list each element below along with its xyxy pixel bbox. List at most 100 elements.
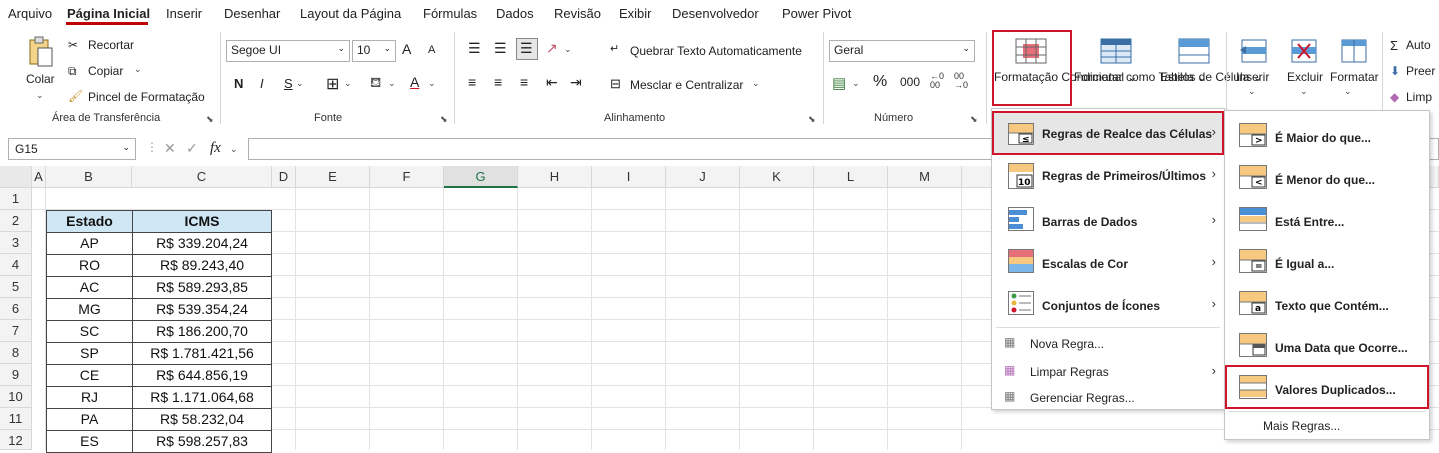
copy-button[interactable]: Copiar bbox=[88, 64, 123, 78]
column-header-b[interactable]: B bbox=[46, 166, 132, 188]
row-header[interactable]: 10 bbox=[0, 386, 32, 408]
table-cell-icms[interactable]: R$ 539.354,24 bbox=[132, 298, 272, 321]
insert-dropdown-icon[interactable]: ⌄ bbox=[1248, 86, 1256, 97]
table-cell-icms[interactable]: R$ 58.232,04 bbox=[132, 408, 272, 431]
row-header[interactable]: 7 bbox=[0, 320, 32, 342]
delete-cells-button[interactable]: Excluir bbox=[1287, 70, 1323, 84]
cancel-entry-icon[interactable]: ✕ bbox=[164, 140, 176, 157]
row-header[interactable]: 3 bbox=[0, 232, 32, 254]
table-cell-icms[interactable]: R$ 89.243,40 bbox=[132, 254, 272, 277]
menu-item-less-than[interactable]: < É Menor do que... bbox=[1225, 157, 1429, 197]
clear-icon[interactable]: ◆ bbox=[1390, 90, 1399, 104]
fill-color-icon[interactable]: ⛾ bbox=[370, 74, 381, 93]
orientation-dropdown-icon[interactable]: ⌄ bbox=[564, 44, 572, 55]
column-header-f[interactable]: F bbox=[370, 166, 444, 188]
align-middle-icon[interactable]: ☰ bbox=[494, 40, 507, 57]
tab-revisao[interactable]: Revisão bbox=[554, 6, 601, 21]
insert-cells-button[interactable]: Inserir bbox=[1236, 70, 1269, 84]
name-box[interactable]: G15 ⌄ bbox=[8, 138, 136, 160]
wrap-text-icon[interactable]: ↵ bbox=[610, 42, 619, 55]
select-all-corner[interactable] bbox=[0, 166, 32, 188]
table-cell-icms[interactable]: R$ 589.293,85 bbox=[132, 276, 272, 299]
number-format-select[interactable]: Geral ⌄ bbox=[829, 40, 975, 62]
increase-indent-icon[interactable]: ⇥ bbox=[570, 74, 582, 91]
tab-inserir[interactable]: Inserir bbox=[166, 6, 202, 21]
menu-item-manage-rules[interactable]: ▦ Gerenciar Regras... bbox=[992, 385, 1224, 411]
cut-button[interactable]: Recortar bbox=[88, 38, 134, 52]
align-center-icon[interactable]: ≡ bbox=[494, 74, 502, 90]
row-header[interactable]: 1 bbox=[0, 188, 32, 210]
menu-item-between[interactable]: Está Entre... bbox=[1225, 199, 1429, 239]
table-header-icms[interactable]: ICMS bbox=[132, 210, 272, 233]
align-right-icon[interactable]: ≡ bbox=[520, 74, 528, 90]
row-header[interactable]: 11 bbox=[0, 408, 32, 430]
wrap-text-button[interactable]: Quebrar Texto Automaticamente bbox=[630, 44, 802, 58]
tab-power-pivot[interactable]: Power Pivot bbox=[782, 6, 851, 21]
table-cell-icms[interactable]: R$ 339.204,24 bbox=[132, 232, 272, 255]
confirm-entry-icon[interactable]: ✓ bbox=[186, 140, 198, 157]
column-header-e[interactable]: E bbox=[296, 166, 370, 188]
delete-dropdown-icon[interactable]: ⌄ bbox=[1300, 86, 1308, 97]
merge-center-button[interactable]: Mesclar e Centralizar bbox=[630, 78, 743, 92]
menu-item-icon-sets[interactable]: Conjuntos de Ícones › bbox=[992, 283, 1224, 323]
format-as-table-icon[interactable] bbox=[1100, 38, 1132, 64]
menu-item-equal-to[interactable]: = É Igual a... bbox=[1225, 241, 1429, 281]
paste-icon[interactable] bbox=[28, 36, 54, 68]
merge-dropdown-icon[interactable]: ⌄ bbox=[752, 78, 760, 89]
table-cell-estado[interactable]: RJ bbox=[46, 386, 133, 409]
align-bottom-icon[interactable]: ☰ bbox=[520, 40, 533, 57]
tab-desenvolvedor[interactable]: Desenvolvedor bbox=[672, 6, 759, 21]
italic-button[interactable]: I bbox=[260, 76, 264, 91]
fill-icon[interactable]: ⬇ bbox=[1390, 64, 1400, 78]
clear-button[interactable]: Limp bbox=[1406, 90, 1432, 104]
column-header-c[interactable]: C bbox=[132, 166, 272, 188]
menu-item-text-contains[interactable]: a Texto que Contém... bbox=[1225, 283, 1429, 323]
decrease-indent-icon[interactable]: ⇤ bbox=[546, 74, 558, 91]
menu-item-greater-than[interactable]: > É Maior do que... bbox=[1225, 115, 1429, 155]
accounting-dropdown-icon[interactable]: ⌄ bbox=[852, 78, 860, 89]
fill-button[interactable]: Preer bbox=[1406, 64, 1435, 78]
table-cell-estado[interactable]: AP bbox=[46, 232, 133, 255]
font-color-dropdown-icon[interactable]: ⌄ bbox=[428, 78, 436, 89]
row-header[interactable]: 2 bbox=[0, 210, 32, 232]
tab-dados[interactable]: Dados bbox=[496, 6, 534, 21]
column-header-d[interactable]: D bbox=[272, 166, 296, 188]
bold-button[interactable]: N bbox=[234, 76, 243, 91]
shrink-font-icon[interactable]: A bbox=[428, 44, 435, 56]
font-launcher-icon[interactable]: ⬊ bbox=[440, 114, 448, 125]
format-cells-icon[interactable] bbox=[1338, 38, 1370, 64]
fx-dropdown-icon[interactable]: ⌄ bbox=[230, 144, 238, 155]
insert-cells-icon[interactable] bbox=[1238, 38, 1270, 64]
menu-item-top-bottom-rules[interactable]: 10 Regras de Primeiros/Últimos › bbox=[992, 155, 1224, 195]
paste-dropdown-icon[interactable]: ⌄ bbox=[36, 90, 44, 101]
tab-exibir[interactable]: Exibir bbox=[619, 6, 652, 21]
percent-button[interactable]: % bbox=[873, 73, 887, 91]
autosum-button[interactable]: Auto bbox=[1406, 38, 1431, 52]
orientation-icon[interactable]: ↗ bbox=[546, 40, 558, 57]
table-cell-estado[interactable]: RO bbox=[46, 254, 133, 277]
column-header-l[interactable]: L bbox=[814, 166, 888, 188]
tab-pagina-inicial[interactable]: Página Inicial bbox=[67, 6, 150, 21]
table-cell-icms[interactable]: R$ 1.171.064,68 bbox=[132, 386, 272, 409]
tab-arquivo[interactable]: Arquivo bbox=[8, 6, 52, 21]
borders-icon[interactable]: ⊞ bbox=[326, 74, 339, 94]
menu-item-more-rules[interactable]: Mais Regras... bbox=[1225, 413, 1429, 439]
column-header-i[interactable]: I bbox=[592, 166, 666, 188]
underline-button[interactable]: S bbox=[284, 76, 293, 91]
row-header[interactable]: 5 bbox=[0, 276, 32, 298]
menu-item-data-bars[interactable]: Barras de Dados › bbox=[992, 199, 1224, 239]
format-as-table-button[interactable]: Formatar como Tabela ⌄ bbox=[1074, 70, 1207, 85]
copy-dropdown-icon[interactable]: ⌄ bbox=[134, 64, 142, 75]
table-cell-icms[interactable]: R$ 644.856,19 bbox=[132, 364, 272, 387]
format-dropdown-icon[interactable]: ⌄ bbox=[1344, 86, 1352, 97]
row-header[interactable]: 4 bbox=[0, 254, 32, 276]
delete-cells-icon[interactable] bbox=[1288, 38, 1320, 64]
row-header[interactable]: 6 bbox=[0, 298, 32, 320]
table-cell-icms[interactable]: R$ 1.781.421,56 bbox=[132, 342, 272, 365]
column-header-j[interactable]: J bbox=[666, 166, 740, 188]
table-cell-estado[interactable]: SC bbox=[46, 320, 133, 343]
decrease-decimal-icon[interactable]: 00 →0 bbox=[954, 72, 968, 90]
align-top-icon[interactable]: ☰ bbox=[468, 40, 481, 57]
clipboard-launcher-icon[interactable]: ⬊ bbox=[206, 114, 214, 125]
format-cells-button[interactable]: Formatar bbox=[1330, 70, 1379, 84]
